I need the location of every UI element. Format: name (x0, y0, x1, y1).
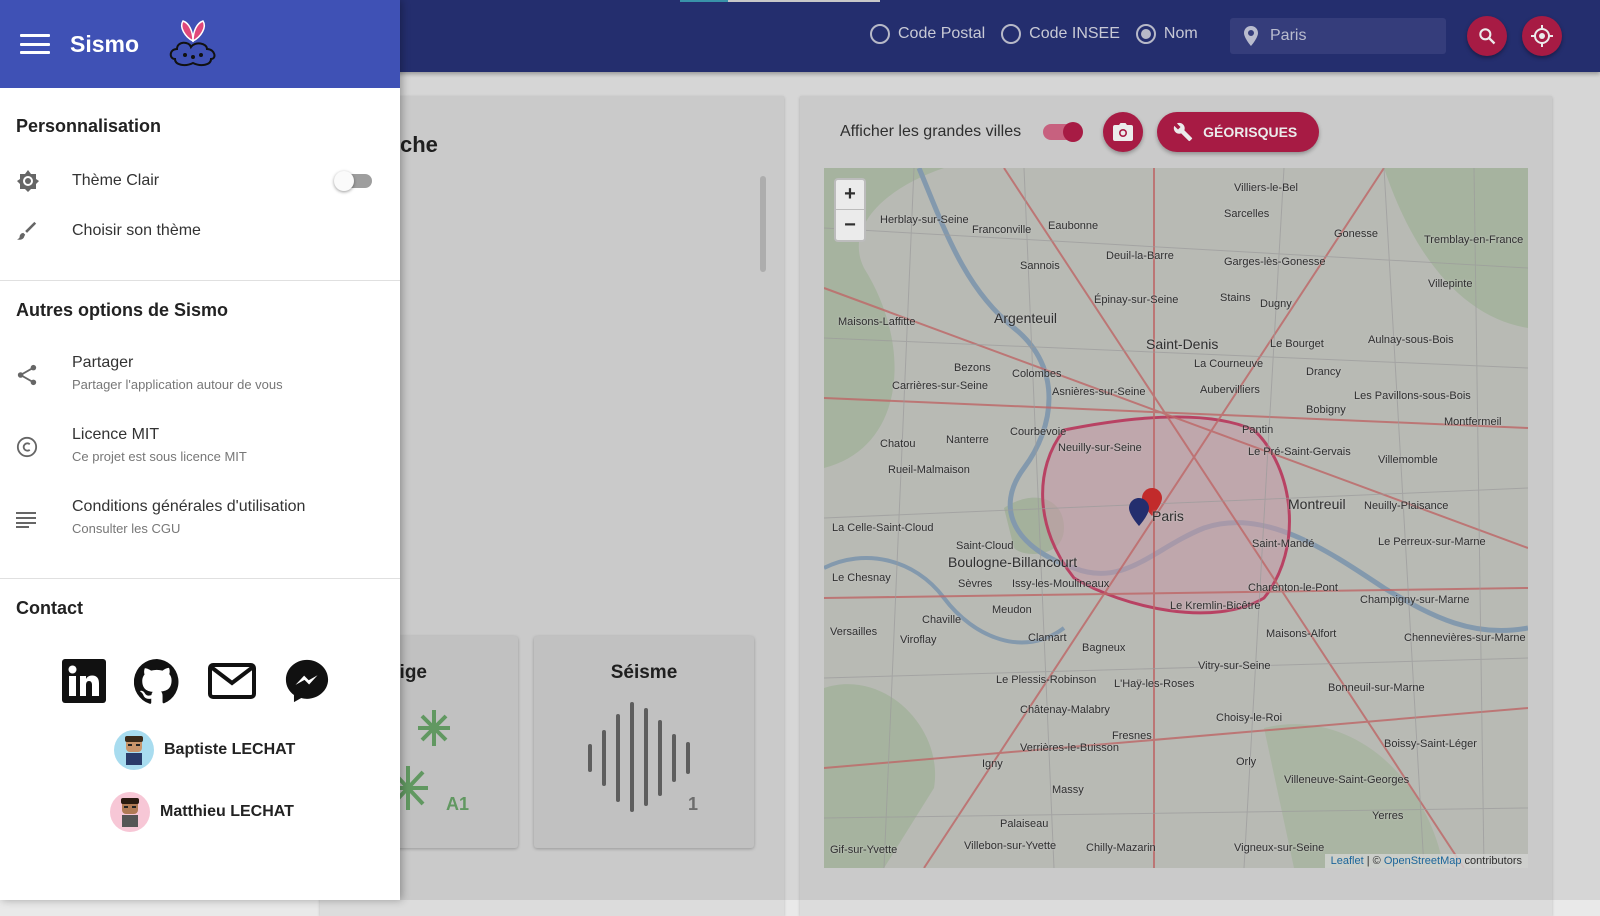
section-contact-title: Contact (16, 598, 83, 618)
person-name: Baptiste LECHAT (164, 741, 296, 758)
menu-icon[interactable] (20, 34, 50, 54)
item-icon-wrap (0, 354, 72, 386)
item-text: Thème Clair (72, 172, 159, 190)
linkedin-icon[interactable] (62, 659, 106, 703)
divider (0, 578, 400, 579)
theme-light-item[interactable]: Thème Clair (0, 168, 400, 194)
avatar (114, 730, 154, 770)
person-avatar-icon (125, 736, 143, 765)
divider (0, 280, 400, 281)
drawer-header: Sismo (0, 0, 400, 88)
theme-light-toggle[interactable] (334, 171, 372, 191)
brightness-icon (17, 170, 39, 192)
avatar (110, 792, 150, 832)
terms-label: Conditions générales d'utilisation (72, 498, 306, 515)
item-text: Partager Partager l'application autour d… (72, 354, 283, 392)
contact-person[interactable]: Matthieu LECHAT (110, 792, 294, 832)
license-item[interactable]: Licence MIT Ce projet est sous licence M… (0, 426, 400, 464)
contact-links (62, 658, 330, 704)
navigation-drawer: Sismo Personnalisation Thème Clair Chois… (0, 0, 400, 900)
item-text: Conditions générales d'utilisation Consu… (72, 498, 305, 536)
theme-light-label: Thème Clair (72, 172, 160, 189)
app-title: Sismo (70, 30, 140, 57)
person-avatar-icon (121, 798, 139, 827)
messenger-icon[interactable] (284, 658, 330, 704)
item-icon-wrap (0, 169, 72, 193)
github-icon[interactable] (134, 658, 180, 704)
section-personalisation-title: Personnalisation (16, 116, 162, 136)
person-name: Matthieu LECHAT (160, 803, 294, 820)
sismo-logo-icon (169, 20, 216, 67)
share-item[interactable]: Partager Partager l'application autour d… (0, 354, 400, 392)
license-description: Ce projet est sous licence MIT (72, 449, 247, 464)
mail-icon[interactable] (208, 663, 256, 699)
license-label: Licence MIT (72, 426, 160, 443)
share-description: Partager l'application autour de vous (72, 377, 283, 392)
terms-description: Consulter les CGU (72, 521, 181, 536)
item-text: Choisir son thème (72, 222, 201, 240)
terms-item[interactable]: Conditions générales d'utilisation Consu… (0, 498, 400, 536)
paintbrush-icon (16, 221, 37, 240)
contact-person[interactable]: Baptiste LECHAT (114, 730, 295, 770)
share-label: Partager (72, 354, 134, 371)
share-icon (17, 364, 37, 386)
toggle-knob (334, 171, 354, 191)
notes-icon (16, 512, 36, 528)
copyright-icon (16, 436, 38, 458)
item-text: Licence MIT Ce projet est sous licence M… (72, 426, 247, 464)
item-icon-wrap (0, 426, 72, 458)
choose-theme-item[interactable]: Choisir son thème (0, 218, 400, 244)
item-icon-wrap (0, 498, 72, 528)
item-icon-wrap (0, 220, 72, 242)
section-other-title: Autres options de Sismo (16, 300, 229, 320)
choose-theme-label: Choisir son thème (72, 222, 201, 239)
